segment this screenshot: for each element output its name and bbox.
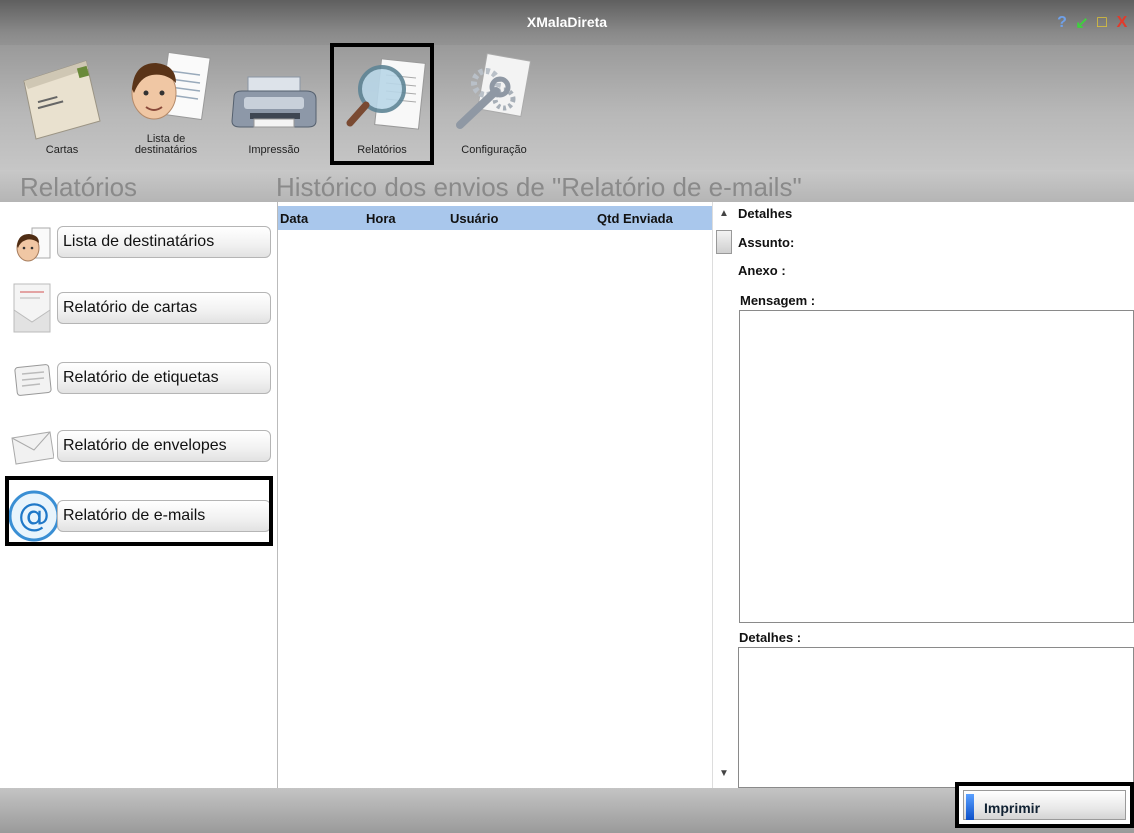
- nav-lista-destinatarios-button[interactable]: Lista de destinatários: [57, 226, 271, 258]
- details-scrollbar[interactable]: ▲ ▼: [712, 202, 735, 788]
- scroll-up-icon[interactable]: ▲: [719, 208, 729, 219]
- window-controls: ? ↙ □ X: [1054, 14, 1130, 32]
- maximize-icon[interactable]: □: [1094, 14, 1110, 31]
- toolbar-relatorios-label: Relatórios: [357, 144, 407, 156]
- column-header-hora[interactable]: Hora: [366, 211, 396, 226]
- toolbar-impressao-label: Impressão: [248, 144, 300, 156]
- main-section-title: Histórico dos envios de "Relatório de e-…: [276, 172, 802, 202]
- print-button-highlight: Imprimir: [955, 782, 1134, 828]
- gears-wrench-icon: [456, 53, 532, 129]
- column-header-data[interactable]: Data: [280, 211, 308, 226]
- toolbar-lista-button[interactable]: Lista de destinatários: [118, 47, 214, 163]
- left-section-title: Relatórios: [20, 172, 138, 202]
- print-button-label: Imprimir: [984, 800, 1041, 816]
- person-icon: [16, 227, 51, 262]
- toolbar-cartas-button[interactable]: Cartas: [14, 47, 110, 163]
- toolbar-lista-label: Lista de destinatários: [134, 133, 198, 156]
- letter-icon: [13, 283, 51, 333]
- person-list-icon: [131, 51, 211, 121]
- nav-relatorio-etiquetas-button[interactable]: Relatório de etiquetas: [57, 362, 271, 394]
- column-header-usuario[interactable]: Usuário: [450, 211, 498, 226]
- nav-selected-highlight: [5, 476, 273, 546]
- magnifier-report-icon: [346, 58, 426, 130]
- minimize-icon[interactable]: ↙: [1074, 15, 1090, 32]
- help-icon[interactable]: ?: [1054, 14, 1070, 31]
- printer-icon: [231, 76, 317, 128]
- detalhes-label: Detalhes :: [739, 630, 802, 645]
- details-panel: Detalhes Assunto: Anexo : Mensagem : Det…: [734, 202, 1134, 788]
- label-icon: [14, 364, 52, 396]
- assunto-label: Assunto:: [738, 235, 795, 250]
- details-header: Detalhes: [738, 206, 793, 221]
- detalhes-textarea[interactable]: [738, 647, 1134, 788]
- scroll-down-icon[interactable]: ▼: [719, 768, 729, 779]
- toolbar-impressao-button[interactable]: Impressão: [226, 47, 322, 163]
- toolbar-configuracao-button[interactable]: Configuração: [446, 47, 542, 163]
- mensagem-label: Mensagem :: [740, 293, 816, 308]
- envelope-icon: [11, 431, 54, 465]
- window-title: XMalaDireta: [526, 14, 608, 30]
- anexo-label: Anexo :: [738, 263, 786, 278]
- history-table: Data Hora Usuário Qtd Enviada: [278, 202, 712, 788]
- print-button[interactable]: Imprimir: [963, 790, 1126, 820]
- toolbar-cartas-label: Cartas: [45, 144, 79, 156]
- main-toolbar: Cartas Lista de destinatários Impressão: [0, 43, 1134, 170]
- close-icon[interactable]: X: [1114, 14, 1130, 31]
- letter-envelope-icon: [23, 60, 101, 140]
- scroll-thumb[interactable]: [716, 230, 732, 254]
- toolbar-configuracao-label: Configuração: [461, 144, 527, 156]
- nav-relatorio-cartas-button[interactable]: Relatório de cartas: [57, 292, 271, 324]
- mensagem-textarea[interactable]: [739, 310, 1134, 623]
- nav-relatorio-envelopes-button[interactable]: Relatório de envelopes: [57, 430, 271, 462]
- toolbar-relatorios-button[interactable]: Relatórios: [330, 43, 434, 165]
- column-header-qtd-enviada[interactable]: Qtd Enviada: [597, 211, 673, 226]
- table-header-row: Data Hora Usuário Qtd Enviada: [278, 206, 712, 230]
- print-accent-icon: [966, 794, 974, 820]
